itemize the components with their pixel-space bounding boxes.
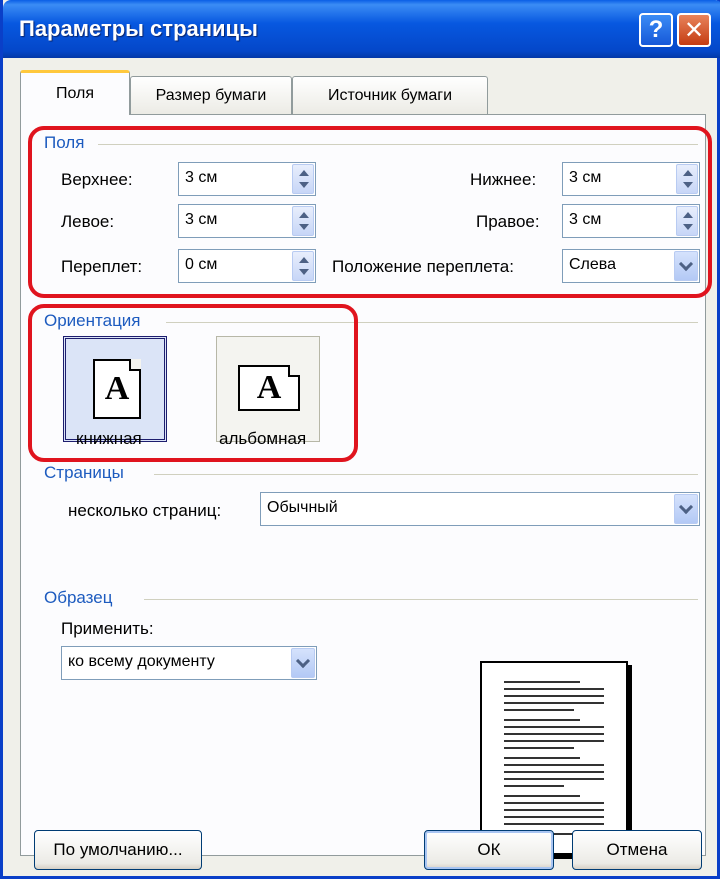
- preview-line: [504, 816, 604, 818]
- top-margin-label: Верхнее:: [61, 170, 133, 189]
- group-label-preview: Образец: [44, 588, 113, 607]
- default-button-label: По умолчанию...: [53, 840, 183, 859]
- portrait-label: книжная: [76, 429, 142, 448]
- preview-line: [504, 802, 604, 804]
- right-margin-field[interactable]: 3 см: [562, 204, 700, 238]
- preview-line: [504, 795, 580, 797]
- tab-label: Поля: [55, 85, 95, 102]
- preview-line: [504, 688, 604, 690]
- page-preview: [480, 661, 628, 855]
- landscape-orientation-button[interactable]: A: [216, 336, 320, 442]
- left-margin-label: Левое:: [61, 212, 115, 231]
- gutter-value: 0 см: [185, 256, 218, 273]
- right-margin-value: 3 см: [569, 211, 602, 228]
- chevron-down-icon[interactable]: [291, 648, 315, 678]
- bottom-margin-value: 3 см: [569, 169, 602, 186]
- chevron-down-icon[interactable]: [674, 251, 698, 281]
- top-margin-value: 3 см: [185, 169, 218, 186]
- group-label-pages: Страницы: [44, 463, 124, 482]
- title-bar[interactable]: Параметры страницы ? ✕: [3, 0, 720, 58]
- page-fold-icon: [288, 365, 300, 377]
- gutter-position-select[interactable]: Слева: [562, 249, 700, 283]
- spin-arrows-icon[interactable]: [676, 206, 698, 236]
- multiple-pages-value: Обычный: [267, 499, 338, 516]
- preview-line: [504, 726, 604, 728]
- gutter-label: Переплет:: [61, 257, 143, 276]
- preview-line: [504, 719, 580, 721]
- close-icon: ✕: [683, 16, 705, 44]
- bottom-margin-label: Нижнее:: [470, 170, 537, 189]
- group-divider: [144, 599, 698, 600]
- spin-arrows-icon[interactable]: [292, 251, 314, 281]
- ok-button[interactable]: ОК: [424, 830, 554, 870]
- question-mark-icon: ?: [648, 16, 664, 43]
- preview-line: [504, 785, 564, 787]
- tab-paper-source[interactable]: Источник бумаги: [292, 76, 488, 114]
- preview-line: [504, 747, 574, 749]
- spin-arrows-icon[interactable]: [676, 164, 698, 194]
- preview-line: [504, 702, 604, 704]
- preview-line: [504, 733, 604, 735]
- tab-label: Источник бумаги: [327, 86, 453, 104]
- cancel-button[interactable]: Отмена: [572, 830, 702, 870]
- portrait-orientation-button[interactable]: A: [63, 336, 167, 442]
- group-label-margins: Поля: [44, 133, 85, 152]
- preview-line: [504, 771, 604, 773]
- multiple-pages-select[interactable]: Обычный: [260, 492, 700, 526]
- preview-line: [504, 778, 604, 780]
- preview-line: [504, 757, 580, 759]
- right-margin-label: Правое:: [476, 212, 540, 231]
- spin-arrows-icon[interactable]: [292, 164, 314, 194]
- left-margin-field[interactable]: 3 см: [178, 204, 316, 238]
- gutter-field[interactable]: 0 см: [178, 249, 316, 283]
- close-button[interactable]: ✕: [677, 13, 711, 47]
- spin-arrows-icon[interactable]: [292, 206, 314, 236]
- preview-line: [504, 823, 604, 825]
- dialog-body: Поля Размер бумаги Источник бумаги Поля …: [6, 58, 717, 876]
- apply-to-value: ко всему документу: [68, 653, 215, 670]
- bottom-margin-field[interactable]: 3 см: [562, 162, 700, 196]
- tab-paper-size[interactable]: Размер бумаги: [130, 76, 292, 114]
- page-glyph: A: [256, 369, 282, 406]
- tab-margins[interactable]: Поля: [20, 70, 130, 115]
- landscape-label: альбомная: [219, 429, 307, 448]
- gutter-position-value: Слева: [569, 256, 617, 273]
- preview-line: [504, 681, 580, 683]
- top-margin-field[interactable]: 3 см: [178, 162, 316, 196]
- page-fold-icon: [129, 359, 141, 371]
- group-divider: [154, 474, 698, 475]
- group-divider: [98, 144, 698, 145]
- multiple-pages-label: несколько страниц:: [68, 501, 222, 520]
- page-setup-dialog: Параметры страницы ? ✕ Поля Размер бумаг…: [0, 0, 720, 879]
- page-glyph: A: [104, 370, 130, 407]
- landscape-page-icon: A: [238, 365, 300, 411]
- portrait-page-icon: A: [93, 359, 141, 419]
- tab-label: Размер бумаги: [155, 86, 267, 104]
- window-title: Параметры страницы: [19, 16, 258, 41]
- cancel-button-label: Отмена: [606, 840, 668, 859]
- chevron-down-icon[interactable]: [674, 494, 698, 524]
- group-label-orientation: Ориентация: [44, 311, 141, 330]
- gutter-position-label: Положение переплета:: [332, 257, 514, 276]
- preview-line: [504, 740, 604, 742]
- apply-to-label: Применить:: [61, 619, 154, 638]
- default-button[interactable]: По умолчанию...: [34, 830, 202, 870]
- group-divider: [166, 322, 698, 323]
- preview-line: [504, 764, 604, 766]
- left-margin-value: 3 см: [185, 211, 218, 228]
- help-button[interactable]: ?: [639, 13, 673, 47]
- ok-button-label: ОК: [477, 840, 501, 859]
- preview-line: [504, 709, 574, 711]
- preview-line: [504, 695, 604, 697]
- preview-line: [504, 809, 604, 811]
- apply-to-select[interactable]: ко всему документу: [61, 646, 317, 680]
